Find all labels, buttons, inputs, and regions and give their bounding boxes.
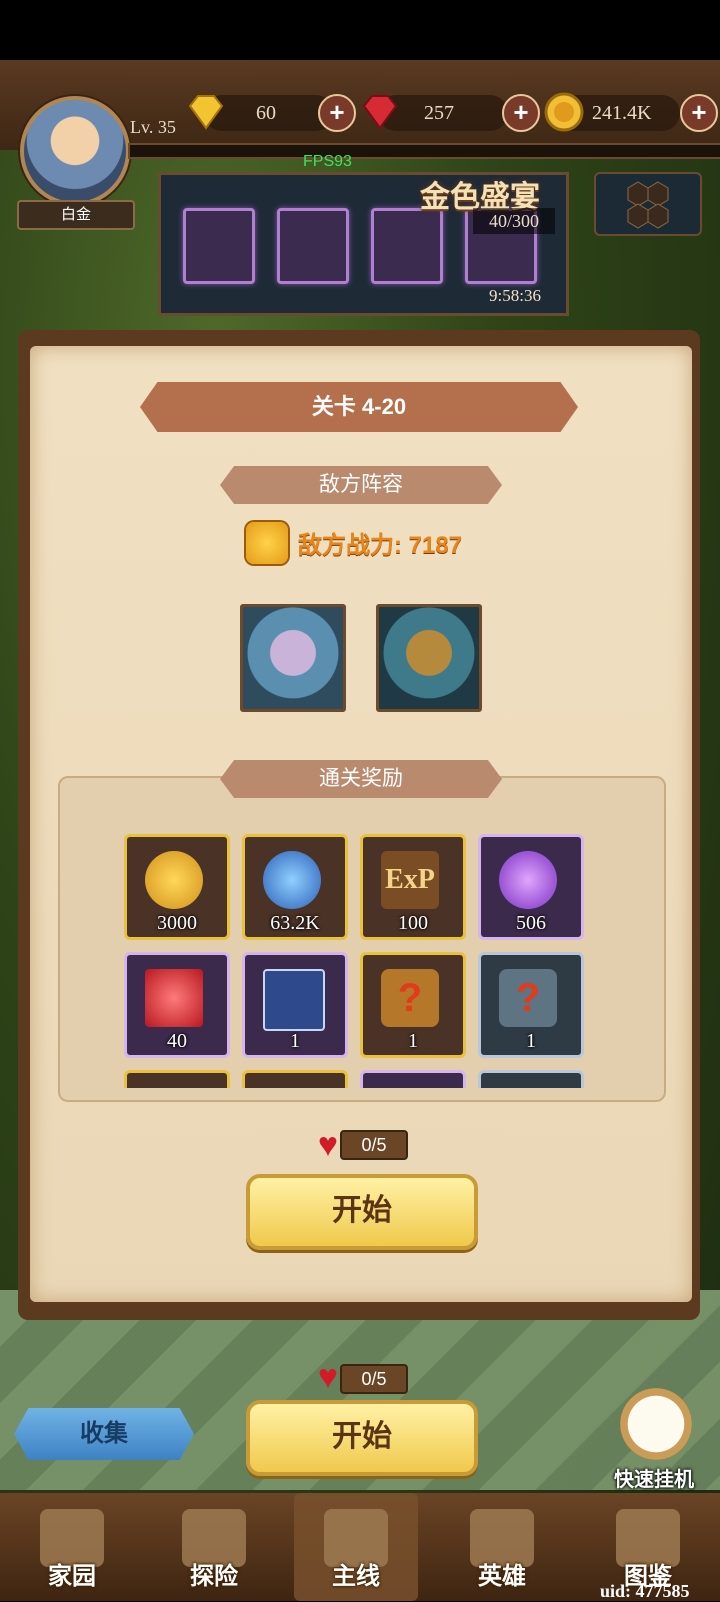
player-rank: 白金 [17,200,135,230]
event-timer: 9:58:36 [489,286,541,305]
user-id: uid: 477585 [600,1581,690,1601]
resource-value: 257 [424,102,454,124]
stamina-counter: 0/5 [340,1364,408,1394]
event-reward-slot [183,208,255,284]
add-yellow-gem-button[interactable]: + [318,94,356,132]
add-gold-button[interactable]: + [680,94,718,132]
red-gem-icon [358,90,402,134]
red-gem-icon [145,969,203,1027]
stamina-counter: 0/5 [340,1130,408,1160]
clear-rewards-heading: 通关奖励 [220,760,502,798]
event-reward-slot [277,208,349,284]
experience-bar [128,143,720,159]
fps-counter: FPS93 [303,153,352,170]
enemy-power: 敌方战力: 7187 [298,532,463,559]
reward-item-partial[interactable] [242,1070,348,1088]
player-level: Lv. 35 [130,117,176,137]
hex-menu-button[interactable] [594,172,702,236]
start-button[interactable]: 开始 [246,1174,478,1250]
stage-title: 关卡 4-20 [140,382,578,432]
nav-main-story[interactable]: 主线 [294,1493,418,1601]
mystery-shield-icon: ? [381,969,439,1027]
reward-item[interactable]: 506 [478,834,584,940]
reward-item[interactable]: ExP 100 [360,834,466,940]
rewards-grid[interactable]: 3000 63.2K ExP 100 506 40 1 ? 1 ? 1 [58,832,662,1088]
reward-item[interactable]: 40 [124,952,230,1058]
start-button-background[interactable]: 开始 [246,1400,478,1476]
nav-heroes[interactable]: 英雄 [440,1493,564,1601]
hexagon-grid-icon [627,181,669,229]
resource-value: 241.4K [592,102,652,124]
clock-icon [620,1388,692,1460]
player-avatar[interactable] [20,96,130,206]
reward-item[interactable]: 1 [242,952,348,1058]
exp-icon: ExP [381,851,439,909]
potion-icon [263,851,321,909]
event-progress: 40/300 [473,208,555,234]
mystery-shield-icon: ? [499,969,557,1027]
enemy-lineup-heading: 敌方阵容 [220,466,502,504]
yellow-gem-icon [184,90,228,134]
gold-coin-icon [542,90,586,134]
add-red-gem-button[interactable]: + [502,94,540,132]
purple-crystal-icon [499,851,557,909]
reward-item[interactable]: 63.2K [242,834,348,940]
reward-item[interactable]: ? 1 [478,952,584,1058]
reward-item-partial[interactable] [360,1070,466,1088]
collect-button[interactable]: 收集 [14,1408,194,1460]
gold-coin-icon [145,851,203,909]
reward-item[interactable]: ? 1 [360,952,466,1058]
nav-explore[interactable]: 探险 [152,1493,276,1601]
event-reward-slot [371,208,443,284]
battle-power-icon [246,522,288,564]
reward-item-partial[interactable] [478,1070,584,1088]
reward-item[interactable]: 3000 [124,834,230,940]
enemy-hero-portrait[interactable] [376,604,482,712]
reward-item-partial[interactable] [124,1070,230,1088]
enemy-hero-portrait[interactable] [240,604,346,712]
quick-idle-label: 快速挂机 [614,1469,694,1491]
nav-home[interactable]: 家园 [10,1493,134,1601]
card-icon [263,969,325,1031]
resource-value: 60 [256,102,276,124]
